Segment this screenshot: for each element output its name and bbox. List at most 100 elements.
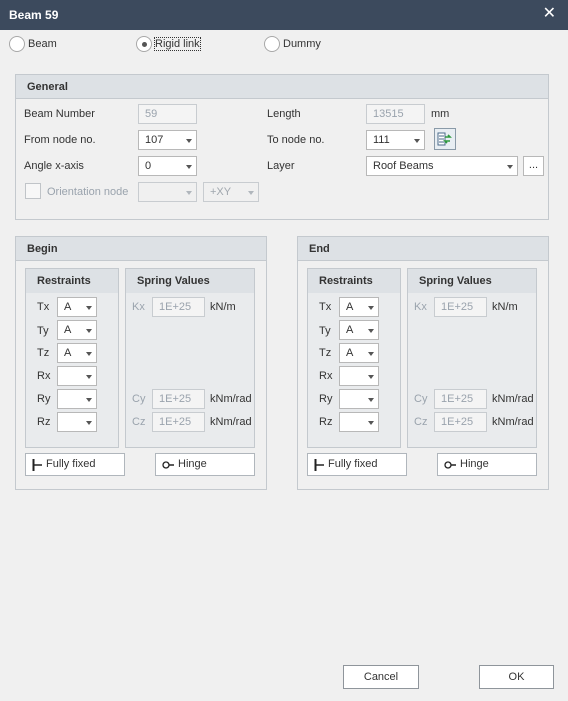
begin-spring-label: Cy [132,393,146,405]
end-restraint-dropdown[interactable]: A [339,343,379,363]
end-spring-label: Kx [414,301,427,313]
chevron-down-icon [86,375,92,379]
hinge-icon [444,461,456,469]
close-icon[interactable]: ✕ [543,5,556,23]
radio-dummy-indicator[interactable] [264,36,280,52]
end-fully-fixed-button[interactable]: Fully fixed [307,453,407,476]
chevron-down-icon [414,139,420,143]
end-restraint-label: Ry [319,393,333,405]
begin-restraint-label: Tx [37,301,50,313]
begin-spring-label: Kx [132,301,145,313]
from-node-dropdown[interactable]: 107 [138,130,197,150]
begin-restraint-dropdown[interactable]: A [57,297,97,317]
swap-icon [437,132,452,146]
begin-restraint-value: A [64,347,72,359]
title-bar: Beam 59 ✕ [0,0,568,30]
begin-restraint-label: Rz [37,416,51,428]
radio-rigid-link-indicator[interactable] [136,36,152,52]
end-restraint-label: Ty [319,325,331,337]
end-restraint-label: Tz [319,347,332,359]
swap-nodes-button[interactable] [434,128,456,150]
chevron-down-icon [186,165,192,169]
begin-restraint-dropdown[interactable] [57,412,97,432]
end-restraints-title: Restraints [308,269,400,293]
end-spring-unit: kNm/rad [492,393,534,405]
radio-rigid-link-label: Rigid link [154,37,201,51]
fixed-support-icon [32,459,42,471]
chevron-down-icon [368,329,374,333]
begin-restraint-dropdown[interactable]: A [57,320,97,340]
begin-restraint-label: Rx [37,370,51,382]
angle-label: Angle x-axis [24,160,84,172]
end-restraint-label: Rx [319,370,333,382]
chevron-down-icon [368,352,374,356]
radio-beam[interactable]: Beam [9,36,57,52]
end-restraint-dropdown[interactable]: A [339,320,379,340]
begin-fully-fixed-label: Fully fixed [46,458,96,470]
orientation-node-dropdown[interactable] [138,182,197,202]
from-node-label: From node no. [24,134,96,146]
begin-spring-unit: kNm/rad [210,416,252,428]
begin-restraint-value: A [64,324,72,336]
begin-fully-fixed-button[interactable]: Fully fixed [25,453,125,476]
end-hinge-button[interactable]: Hinge [437,453,537,476]
orientation-checkbox[interactable] [25,183,41,199]
end-title: End [298,237,548,261]
layer-more-button[interactable]: ... [523,156,544,176]
end-spring-unit: kNm/rad [492,416,534,428]
chevron-down-icon [507,165,513,169]
layer-dropdown[interactable]: Roof Beams [366,156,518,176]
begin-hinge-button[interactable]: Hinge [155,453,255,476]
end-spring-field: 1E+25 [434,412,487,432]
end-spring-label: Cy [414,393,428,405]
fixed-support-icon [314,459,324,471]
chevron-down-icon [368,375,374,379]
chevron-down-icon [368,306,374,310]
begin-spring-label: Cz [132,416,146,428]
ok-button[interactable]: OK [479,665,554,689]
to-node-value: 111 [373,134,390,146]
radio-beam-label: Beam [28,38,57,50]
end-restraint-dropdown[interactable] [339,389,379,409]
end-spring-field: 1E+25 [434,389,487,409]
chevron-down-icon [86,329,92,333]
to-node-label: To node no. [267,134,325,146]
chevron-down-icon [86,398,92,402]
orientation-label: Orientation node [47,186,129,198]
angle-dropdown[interactable]: 0 [138,156,197,176]
radio-beam-indicator[interactable] [9,36,25,52]
begin-restraint-dropdown[interactable] [57,366,97,386]
hinge-icon [162,461,174,469]
cancel-button[interactable]: Cancel [343,665,419,689]
begin-restraint-dropdown[interactable]: A [57,343,97,363]
orientation-axis-value: +XY [210,186,232,198]
end-spring-unit: kN/m [492,301,518,313]
to-node-dropdown[interactable]: 111 [366,130,425,150]
layer-value: Roof Beams [373,160,434,172]
orientation-axis-dropdown[interactable]: +XY [203,182,259,202]
radio-dummy[interactable]: Dummy [264,36,321,52]
begin-restraint-label: Tz [37,347,50,359]
end-restraint-dropdown[interactable] [339,366,379,386]
beam-number-field: 59 [138,104,197,124]
end-restraint-dropdown[interactable] [339,412,379,432]
radio-rigid-link[interactable]: Rigid link [136,36,201,52]
end-restraint-dropdown[interactable]: A [339,297,379,317]
begin-restraint-dropdown[interactable] [57,389,97,409]
from-node-value: 107 [145,134,164,146]
chevron-down-icon [186,191,192,195]
angle-value: 0 [145,160,152,172]
begin-spring-title: Spring Values [126,269,254,293]
begin-restraint-value: A [64,301,72,313]
chevron-down-icon [368,398,374,402]
length-label: Length [267,108,301,120]
radio-dummy-label: Dummy [283,38,321,50]
chevron-down-icon [248,191,254,195]
end-hinge-label: Hinge [460,458,489,470]
begin-spring-field: 1E+25 [152,412,205,432]
length-unit: mm [431,108,450,120]
end-spring-label: Cz [414,416,428,428]
length-field: 13515 [366,104,425,124]
end-restraint-value: A [346,347,354,359]
begin-spring-field: 1E+25 [152,297,205,317]
